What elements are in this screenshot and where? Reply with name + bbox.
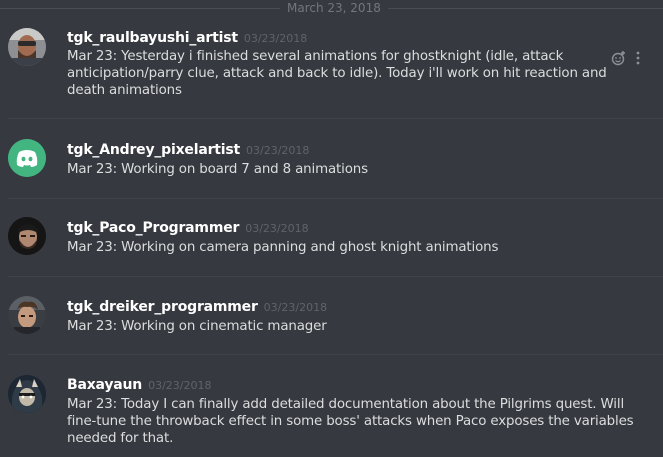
timestamp: 03/23/2018: [243, 32, 308, 45]
avatar-image: [8, 296, 46, 334]
message-separator: [8, 354, 663, 355]
username[interactable]: tgk_Paco_Programmer: [67, 220, 239, 236]
message-group[interactable]: Baxayaun 03/23/2018 Mar 23: Today I can f…: [0, 372, 663, 457]
message-header: tgk_Paco_Programmer 03/23/2018: [67, 217, 309, 236]
message-header: tgk_dreiker_programmer 03/23/2018: [67, 296, 327, 315]
avatar-image: [8, 28, 46, 66]
message-group[interactable]: tgk_Paco_Programmer 03/23/2018 Mar 23: Wo…: [0, 214, 663, 276]
user-avatar[interactable]: [8, 139, 46, 177]
chat-message-list: March 23, 2018 tgk_raulbayushi_artist 03/…: [0, 0, 663, 457]
timestamp: 03/23/2018: [245, 222, 309, 235]
message-header: tgk_Andrey_pixelartist 03/23/2018: [67, 139, 309, 158]
username[interactable]: tgk_raulbayushi_artist: [67, 30, 238, 46]
discord-logo-icon: [8, 139, 46, 177]
message-content: Mar 23: Working on camera panning and gh…: [67, 240, 499, 255]
message-group[interactable]: tgk_dreiker_programmer 03/23/2018 Mar 23:…: [0, 293, 663, 355]
more-options-icon[interactable]: [635, 51, 641, 65]
message-group[interactable]: tgk_Andrey_pixelartist 03/23/2018 Mar 23:…: [0, 136, 663, 198]
message-content: Mar 23: Working on cinematic manager: [67, 319, 327, 334]
username[interactable]: Baxayaun: [67, 377, 142, 393]
username[interactable]: tgk_Andrey_pixelartist: [67, 142, 240, 158]
message-separator: [8, 198, 663, 199]
avatar-image: [8, 375, 46, 413]
message-separator: [8, 276, 663, 277]
user-avatar[interactable]: [8, 296, 46, 334]
username[interactable]: tgk_dreiker_programmer: [67, 299, 258, 315]
message-content: Mar 23: Yesterday i finished several ani…: [67, 49, 607, 98]
message-content: Mar 23: Working on board 7 and 8 animati…: [67, 162, 368, 177]
avatar-image: [8, 217, 46, 255]
message-content: Mar 23: Today I can finally add detailed…: [67, 397, 634, 446]
timestamp: 03/23/2018: [148, 379, 212, 392]
message-header: tgk_raulbayushi_artist 03/23/2018: [67, 27, 307, 46]
user-avatar[interactable]: [8, 28, 46, 66]
user-avatar[interactable]: [8, 375, 46, 413]
message-header: Baxayaun 03/23/2018: [67, 374, 211, 393]
timestamp: 03/23/2018: [263, 301, 328, 314]
timestamp: 03/23/2018: [246, 144, 310, 157]
date-divider-label: March 23, 2018: [280, 0, 388, 17]
message-separator: [8, 118, 663, 119]
message-group[interactable]: tgk_raulbayushi_artist 03/23/2018 Mar 23…: [0, 26, 663, 118]
user-avatar[interactable]: [8, 217, 46, 255]
